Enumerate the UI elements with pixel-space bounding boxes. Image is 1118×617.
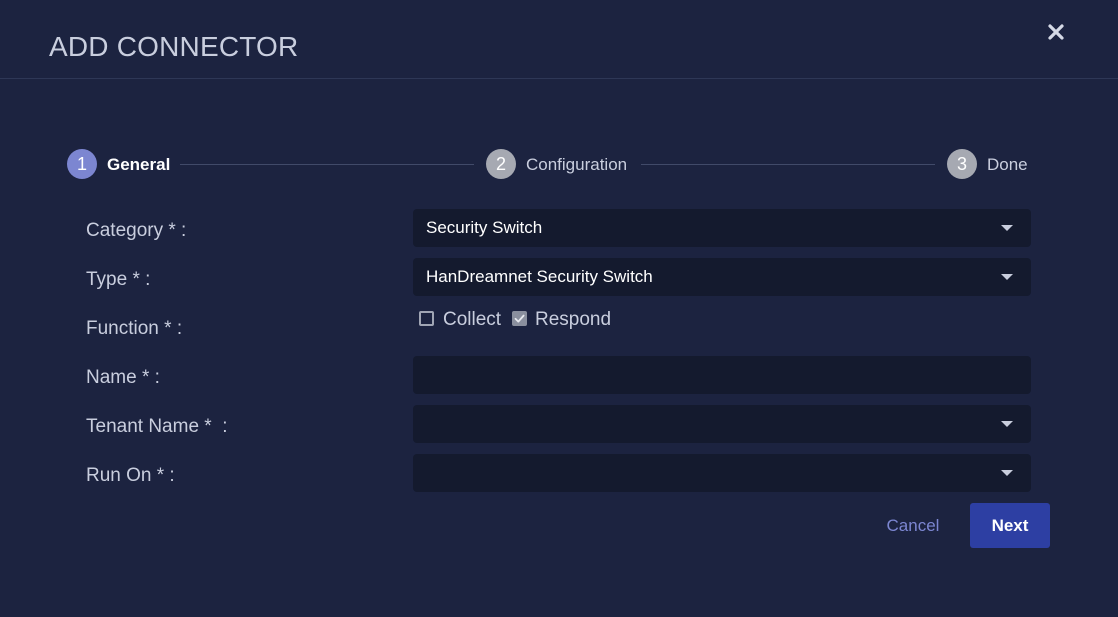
cancel-button[interactable]: Cancel xyxy=(871,503,955,548)
run-on-label: Run On * : xyxy=(86,465,175,486)
category-value: Security Switch xyxy=(426,218,543,237)
step-1-label: General xyxy=(107,155,171,174)
chevron-down-icon xyxy=(1001,225,1013,231)
run-on-select[interactable] xyxy=(413,454,1031,492)
tenant-name-select[interactable] xyxy=(413,405,1031,443)
step-2-label: Configuration xyxy=(526,155,628,174)
step-2-indicator: 2 xyxy=(486,149,516,179)
type-label: Type * : xyxy=(86,269,151,290)
category-select[interactable]: Security Switch xyxy=(413,209,1031,247)
type-value: HanDreamnet Security Switch xyxy=(426,267,653,286)
collect-checkbox[interactable] xyxy=(419,311,434,326)
step-3-indicator: 3 xyxy=(947,149,977,179)
step-connector-1 xyxy=(180,164,474,165)
function-label: Function * : xyxy=(86,318,183,339)
tenant-name-label: Tenant Name * : xyxy=(86,416,228,437)
checkmark-icon xyxy=(514,314,525,323)
chevron-down-icon xyxy=(1001,274,1013,280)
add-connector-dialog: ADD CONNECTOR 1 General 2 Configuration … xyxy=(0,0,1118,617)
type-select[interactable]: HanDreamnet Security Switch xyxy=(413,258,1031,296)
close-icon[interactable] xyxy=(1044,20,1068,44)
next-button[interactable]: Next xyxy=(970,503,1050,548)
respond-checkbox-label[interactable]: Respond xyxy=(535,309,611,331)
category-label: Category * : xyxy=(86,220,187,241)
dialog-title: ADD CONNECTOR xyxy=(49,31,299,62)
name-label: Name * : xyxy=(86,367,160,388)
chevron-down-icon xyxy=(1001,470,1013,476)
dialog-header: ADD CONNECTOR xyxy=(0,0,1118,79)
name-input[interactable] xyxy=(413,356,1031,394)
step-1-indicator: 1 xyxy=(67,149,97,179)
respond-checkbox[interactable] xyxy=(512,311,527,326)
chevron-down-icon xyxy=(1001,421,1013,427)
collect-checkbox-label[interactable]: Collect xyxy=(443,309,501,331)
step-3-label: Done xyxy=(987,155,1028,174)
step-connector-2 xyxy=(641,164,935,165)
